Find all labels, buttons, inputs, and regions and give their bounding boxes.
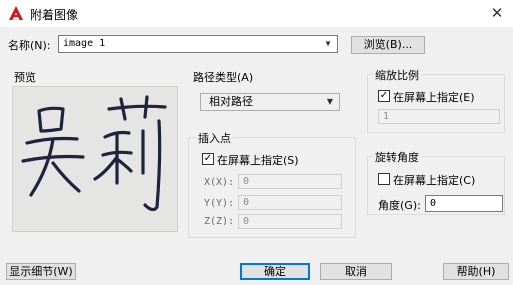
checkmark-icon: ✓ <box>379 90 389 101</box>
scale-specify-label: 在屏幕上指定(E) <box>393 91 475 104</box>
z-label: Z(Z): <box>204 216 235 227</box>
close-button[interactable]: ✕ <box>484 2 510 24</box>
y-label: Y(Y): <box>204 198 235 209</box>
checkmark-icon: ✓ <box>203 153 213 164</box>
chevron-down-icon: ▼ <box>325 39 331 48</box>
name-label: 名称(N): <box>8 39 51 52</box>
cancel-button[interactable]: 取消 <box>320 263 392 280</box>
path-type-value: 相对路径 <box>209 95 253 108</box>
angle-label: 角度(G): <box>378 199 421 212</box>
preview-image <box>12 86 178 232</box>
show-details-button[interactable]: 显示细节(W) <box>6 263 76 280</box>
insertion-point-label: 插入点 <box>196 130 233 146</box>
x-label: X(X): <box>204 177 235 188</box>
ok-button[interactable]: 确定 <box>240 263 310 280</box>
name-select-value: image 1 <box>63 38 106 49</box>
rotation-specify-label: 在屏幕上指定(C) <box>393 174 476 187</box>
scale-label: 缩放比例 <box>373 67 421 83</box>
path-type-select[interactable]: 相对路径 ▼ <box>200 93 340 111</box>
insertion-specify-checkbox[interactable]: ✓ <box>202 153 214 165</box>
y-input[interactable]: 0 <box>238 195 342 210</box>
chevron-down-icon: ▼ <box>326 97 334 106</box>
scale-specify-checkbox[interactable]: ✓ <box>378 90 390 102</box>
rotation-label: 旋转角度 <box>373 149 421 165</box>
path-type-label: 路径类型(A) <box>193 71 254 84</box>
scale-input[interactable]: 1 <box>378 109 500 124</box>
name-select[interactable]: image 1 ▼ <box>58 35 338 53</box>
signature-image <box>21 95 167 212</box>
autocad-logo-icon <box>9 6 23 20</box>
z-input[interactable]: 0 <box>238 214 342 229</box>
x-input[interactable]: 0 <box>238 174 342 189</box>
browse-button[interactable]: 浏览(B)... <box>351 36 425 54</box>
insertion-specify-label: 在屏幕上指定(S) <box>217 154 299 167</box>
rotation-specify-checkbox[interactable] <box>378 173 390 185</box>
angle-input[interactable]: 0 <box>425 195 503 212</box>
preview-label: 预览 <box>14 71 36 84</box>
help-button[interactable]: 帮助(H) <box>443 263 509 280</box>
window-title: 附着图像 <box>30 8 79 22</box>
